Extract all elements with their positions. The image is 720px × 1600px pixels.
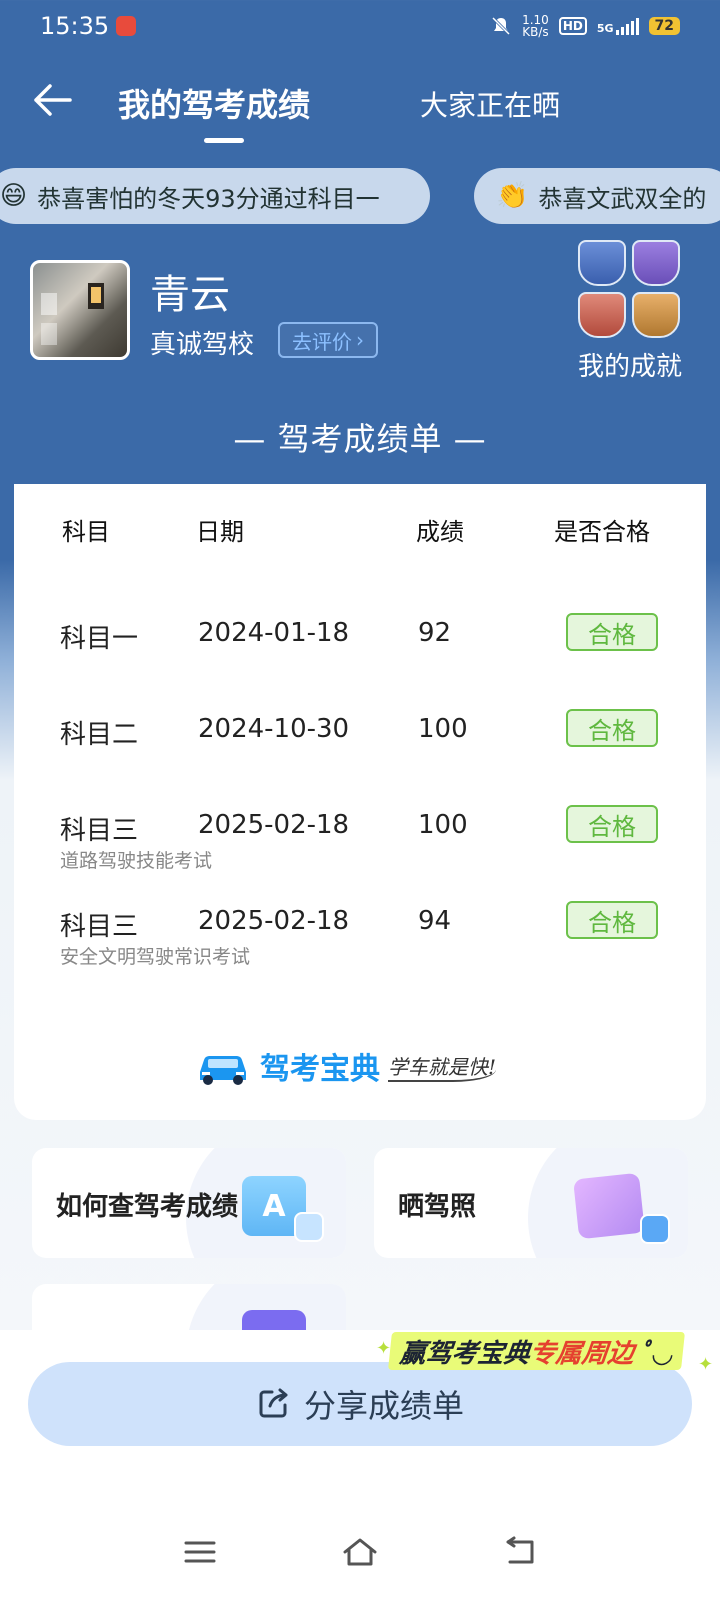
- pass-badge: 合格: [566, 805, 658, 843]
- status-icons: 1.10 KB/s HD 5G 72: [490, 14, 680, 38]
- camera-icon: [640, 1214, 670, 1244]
- tab-everyone-sharing[interactable]: 大家正在晒: [420, 84, 560, 124]
- row-score: 92: [418, 618, 452, 648]
- rate-button-label: 去评价: [292, 329, 352, 354]
- badge-icon: [578, 292, 626, 338]
- badge-icon: [632, 292, 680, 338]
- promo-highlight: 专属周边: [528, 1338, 636, 1369]
- row-note: 安全文明驾驶常识考试: [60, 946, 251, 968]
- pass-badge: 合格: [566, 901, 658, 939]
- car-icon: [200, 1056, 246, 1085]
- header-subject: 科目: [62, 518, 110, 546]
- sparkle-icon: ✦: [698, 1354, 714, 1375]
- achievement-badges[interactable]: [578, 240, 682, 340]
- header-score: 成绩: [416, 518, 464, 546]
- clap-emoji-icon: 👏: [496, 181, 529, 211]
- battery-icon: 72: [648, 17, 680, 35]
- status-bar: 15:35 1.10 KB/s HD 5G 72: [0, 0, 720, 56]
- row-note: 道路驾驶技能考试: [60, 850, 213, 872]
- menu-icon[interactable]: [180, 1534, 220, 1570]
- promo-banner[interactable]: 赢驾考宝典 专属周边 ﾟ◡: [388, 1332, 686, 1370]
- back-arrow-icon[interactable]: [30, 80, 74, 120]
- my-achievements-label[interactable]: 我的成就: [578, 346, 682, 383]
- share-icon: [259, 1388, 288, 1418]
- row-date: 2024-10-30: [198, 714, 350, 744]
- tab-indicator: [204, 138, 244, 143]
- search-icon: [294, 1212, 324, 1242]
- row-score: 100: [418, 714, 468, 744]
- brand-logo: 驾考宝典 学车就是快!: [194, 1044, 497, 1088]
- row-subject: 科目三: [60, 816, 139, 846]
- score-sheet-title: — 驾考成绩单 —: [233, 420, 487, 458]
- driving-school-name: 真诚驾校: [150, 330, 255, 360]
- row-subject: 科目二: [60, 720, 139, 750]
- tab-my-scores[interactable]: 我的驾考成绩: [118, 80, 310, 126]
- avatar[interactable]: [30, 260, 130, 360]
- system-nav-bar: [0, 1520, 720, 1584]
- row-score: 100: [418, 810, 468, 840]
- chevron-right-icon: ›: [356, 328, 364, 352]
- pass-badge: 合格: [566, 709, 658, 747]
- smile-emoji-icon: 😄: [0, 181, 28, 211]
- row-subject: 科目一: [60, 624, 139, 654]
- net-speed: 1.10 KB/s: [522, 13, 549, 39]
- how-to-check-scores-card[interactable]: 如何查驾考成绩 A: [32, 1148, 346, 1258]
- mute-bell-icon: [492, 16, 511, 36]
- pass-badge: 合格: [566, 613, 658, 651]
- ticker-text: 恭喜文武双全的: [538, 184, 707, 213]
- signal-icon: 5G: [597, 17, 639, 35]
- congrats-ticker-item: 👏 恭喜文武双全的: [474, 168, 720, 224]
- user-name: 青云: [150, 272, 230, 318]
- feature-label: 晒驾照: [398, 1192, 477, 1222]
- row-date: 2024-01-18: [198, 618, 350, 648]
- ticker-text: 恭喜害怕的冬天93分通过科目一: [37, 184, 380, 213]
- feature-card[interactable]: [32, 1284, 346, 1330]
- score-card: [14, 484, 706, 1120]
- brand-slogan: 学车就是快!: [388, 1051, 497, 1082]
- share-button-label: 分享成绩单: [303, 1387, 464, 1425]
- promo-text: 赢驾考宝典: [398, 1338, 532, 1369]
- app-notification-icon: [116, 16, 136, 36]
- photo-icon: [573, 1172, 645, 1240]
- congrats-ticker-item: 😄 恭喜害怕的冬天93分通过科目一: [0, 168, 430, 224]
- row-date: 2025-02-18: [198, 906, 350, 936]
- row-score: 94: [418, 906, 452, 936]
- back-icon[interactable]: [500, 1534, 540, 1570]
- hd-icon: HD: [558, 17, 587, 35]
- home-icon[interactable]: [340, 1534, 380, 1570]
- feature-label: 如何查驾考成绩: [56, 1192, 239, 1222]
- share-score-sheet-button[interactable]: 分享成绩单: [28, 1362, 692, 1446]
- row-subject: 科目三: [60, 912, 139, 942]
- status-time: 15:35: [40, 12, 110, 40]
- header-passed: 是否合格: [554, 518, 650, 546]
- share-license-card[interactable]: 晒驾照: [374, 1148, 688, 1258]
- feature-icon: [242, 1310, 306, 1330]
- badge-icon: [632, 240, 680, 286]
- rate-school-button[interactable]: 去评价 ›: [278, 322, 378, 358]
- badge-icon: [578, 240, 626, 286]
- brand-name: 驾考宝典: [260, 1052, 380, 1087]
- smile-icon: ﾟ◡: [638, 1338, 675, 1369]
- header-date: 日期: [196, 518, 244, 546]
- row-date: 2025-02-18: [198, 810, 350, 840]
